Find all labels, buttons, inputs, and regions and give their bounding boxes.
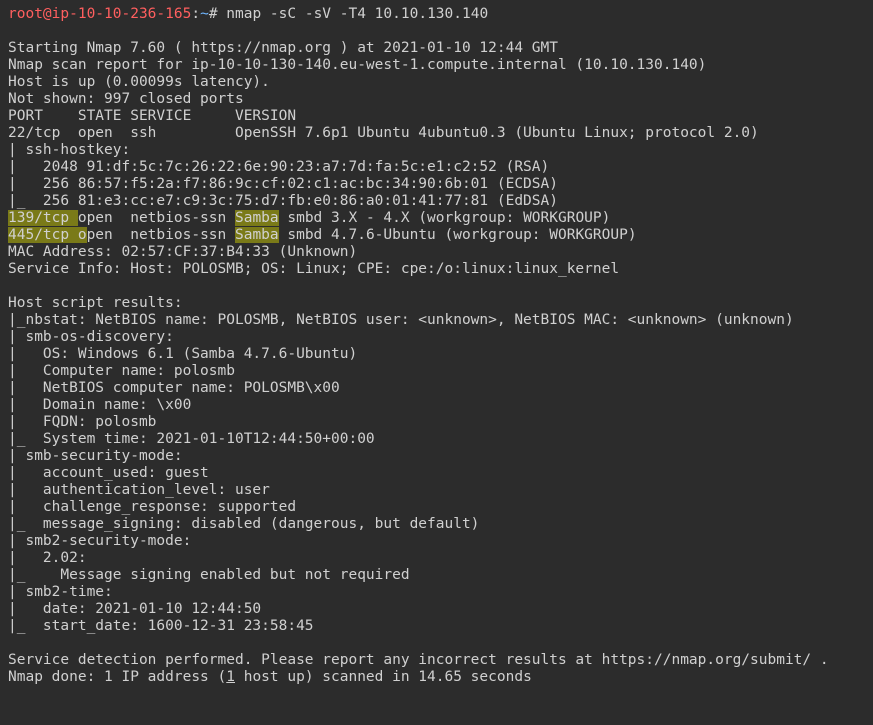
output-line: 22/tcp open ssh OpenSSH 7.6p1 Ubuntu 4ub… <box>8 125 759 141</box>
output-line: Service Info: Host: POLOSMB; OS: Linux; … <box>8 261 619 277</box>
output-line: | date: 2021-01-10 12:44:50 <box>8 601 261 617</box>
output-line: Host script results: <box>8 295 183 311</box>
output-line: smbd 3.X - 4.X (workgroup: WORKGROUP) <box>279 210 611 226</box>
output-line: Nmap scan report for ip-10-10-130-140.eu… <box>8 57 706 73</box>
output-line: pen netbios-ssn <box>87 227 235 243</box>
highlight-samba: Samba <box>235 210 279 226</box>
output-line: | Domain name: \x00 <box>8 397 191 413</box>
output-line: PORT STATE SERVICE VERSION <box>8 108 296 124</box>
output-line: MAC Address: 02:57:CF:37:B4:33 (Unknown) <box>8 244 357 260</box>
output-line: Service detection performed. Please repo… <box>8 652 829 668</box>
output-line: host up) scanned in 14.65 seconds <box>235 669 532 685</box>
output-line: | NetBIOS computer name: POLOSMB\x00 <box>8 380 340 396</box>
prompt-colon: : <box>191 6 200 22</box>
output-line: | 256 86:57:f5:2a:f7:86:9c:cf:02:c1:ac:b… <box>8 176 558 192</box>
output-line: | 2.02: <box>8 550 95 566</box>
highlight-samba: Samba <box>235 227 279 243</box>
output-line: Nmap done: 1 IP address ( <box>8 669 226 685</box>
output-line: |_ 256 81:e3:cc:e7:c9:3c:75:d7:fb:e0:86:… <box>8 193 558 209</box>
highlight-port-139: 139/tcp <box>8 210 78 226</box>
output-line: |_ message_signing: disabled (dangerous,… <box>8 516 479 532</box>
output-line: | ssh-hostkey: <box>8 142 139 158</box>
output-line: | authentication_level: user <box>8 482 270 498</box>
prompt-path: ~ <box>200 6 209 22</box>
output-line: | challenge_response: supported <box>8 499 296 515</box>
output-line: | smb-os-discovery: <box>8 329 183 345</box>
output-line: | FQDN: polosmb <box>8 414 156 430</box>
terminal-output[interactable]: root@ip-10-10-236-165:~# nmap -sC -sV -T… <box>0 0 873 694</box>
output-line: smbd 4.7.6-Ubuntu (workgroup: WORKGROUP) <box>279 227 637 243</box>
output-line: Not shown: 997 closed ports <box>8 91 244 107</box>
prompt-at: @ <box>43 6 52 22</box>
output-line: | account_used: guest <box>8 465 209 481</box>
output-line: | smb2-time: <box>8 584 122 600</box>
output-line: Starting Nmap 7.60 ( https://nmap.org ) … <box>8 40 558 56</box>
output-line: |_ start_date: 1600-12-31 23:58:45 <box>8 618 314 634</box>
output-underline: 1 <box>226 669 235 685</box>
output-line: Host is up (0.00099s latency). <box>8 74 270 90</box>
output-line: |_ Message signing enabled but not requi… <box>8 567 410 583</box>
output-line: open netbios-ssn <box>78 210 235 226</box>
output-line: | smb-security-mode: <box>8 448 191 464</box>
output-line: | OS: Windows 6.1 (Samba 4.7.6-Ubuntu) <box>8 346 357 362</box>
prompt-host: ip-10-10-236-165 <box>52 6 192 22</box>
output-line: |_ System time: 2021-01-10T12:44:50+00:0… <box>8 431 375 447</box>
highlight-port-445: 445/tcp o <box>8 227 87 243</box>
output-line: | 2048 91:df:5c:7c:26:22:6e:90:23:a7:7d:… <box>8 159 549 175</box>
command-text: nmap -sC -sV -T4 10.10.130.140 <box>226 6 488 22</box>
prompt-hash: # <box>209 6 226 22</box>
output-line: | smb2-security-mode: <box>8 533 200 549</box>
output-line: | Computer name: polosmb <box>8 363 235 379</box>
prompt-user: root <box>8 6 43 22</box>
output-line: |_nbstat: NetBIOS name: POLOSMB, NetBIOS… <box>8 312 794 328</box>
